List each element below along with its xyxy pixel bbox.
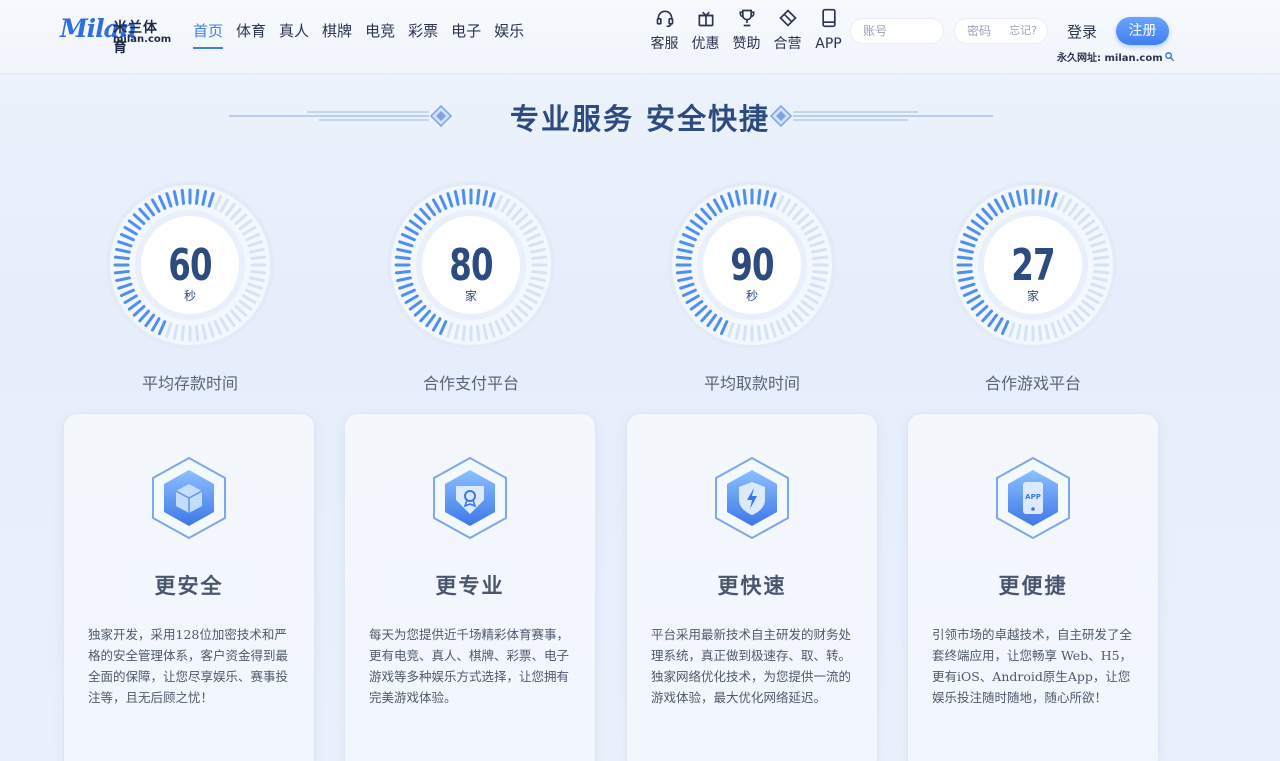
nav-item-chess[interactable]: 棋牌 [322, 20, 352, 49]
stat-label: 平均存款时间 [141, 374, 238, 393]
feature-card-professional[interactable]: 更专业 每天为您提供近千场精彩体育赛事，更有电竞、真人、棋牌、彩票、电子游戏等多… [344, 413, 596, 761]
tool-label: 客服 [650, 36, 679, 52]
nav-item-home[interactable]: 首页 [193, 20, 224, 49]
award-badge-icon [433, 456, 507, 540]
app-phone-icon: APP [996, 456, 1070, 540]
tool-label: 赞助 [732, 36, 761, 52]
stat-label: 合作游戏平台 [984, 374, 1081, 393]
top-header: Milan 米兰体育 milan.com 首页 体育 真人 棋牌 电竞 彩票 电… [0, 0, 1280, 74]
stat-game-partners: 27 家 合作游戏平台 [948, 180, 1118, 400]
tool-label: 合营 [773, 36, 802, 52]
search-icon [1164, 52, 1174, 62]
stat-deposit-time: 60 秒 平均存款时间 [105, 180, 275, 400]
feature-title: 更专业 [435, 574, 505, 598]
tool-label: APP [815, 36, 842, 52]
stat-label: 平均取款时间 [703, 374, 800, 393]
diamond-icon [778, 9, 797, 27]
ring-tick [180, 325, 186, 342]
ring-tick [756, 188, 762, 205]
register-button[interactable]: 注册 [1116, 17, 1169, 45]
nav-item-lottery[interactable]: 彩票 [408, 20, 438, 49]
stat-withdraw-time: 90 秒 平均取款时间 [667, 180, 837, 400]
password-placeholder: 密码 [967, 24, 992, 38]
stat-unit: 家 [1026, 289, 1039, 303]
ring-tick [461, 188, 467, 205]
main-nav: 首页 体育 真人 棋牌 电竞 彩票 电子 娱乐 [193, 20, 537, 49]
tool-sponsorship[interactable]: 赞助 [726, 8, 767, 53]
feature-title: 更便捷 [998, 574, 1068, 598]
stat-value: 60 [168, 240, 212, 291]
permanent-url-text: 永久网址: milan.com [1057, 53, 1163, 64]
ring-tick [742, 325, 748, 342]
svg-text:APP: APP [1025, 493, 1041, 501]
nav-item-sports[interactable]: 体育 [236, 20, 266, 49]
stat-label: 合作支付平台 [422, 374, 519, 393]
ring-tick [475, 325, 481, 342]
title-decoration-right [769, 104, 993, 128]
nav-item-slots[interactable]: 电子 [451, 20, 481, 49]
ring-tick [461, 325, 467, 342]
stat-payment-partners: 80 家 合作支付平台 [386, 180, 556, 400]
feature-title: 更快速 [717, 574, 787, 598]
feature-description: 平台采用最新技术自主研发的财务处理系统，真正做到极速存、取、转。独家网络优化技术… [651, 627, 852, 705]
gift-icon [698, 11, 713, 27]
ring-tick [194, 188, 200, 205]
ring-tick [475, 188, 481, 205]
stat-value: 27 [1011, 240, 1055, 291]
nav-item-live[interactable]: 真人 [279, 20, 309, 49]
feature-card-safer[interactable]: 更安全 独家开发，采用128位加密技术和严格的安全管理体系，客户资金得到最全面的… [63, 413, 315, 761]
ring-tick [1023, 325, 1029, 342]
tool-promotions[interactable]: 优惠 [685, 8, 726, 53]
trophy-icon [739, 9, 754, 27]
feature-description: 独家开发，采用128位加密技术和严格的安全管理体系，客户资金得到最全面的保障，让… [88, 627, 289, 705]
tool-label: 优惠 [691, 36, 720, 52]
stat-unit: 家 [464, 289, 477, 303]
account-input[interactable]: 账号 [850, 18, 944, 44]
stat-value: 90 [730, 240, 774, 291]
login-button[interactable]: 登录 [1067, 21, 1097, 42]
quick-tools: 客服 优惠 赞助 合营 APP [644, 8, 849, 53]
stat-unit: 秒 [183, 289, 196, 303]
forgot-password-link[interactable]: 忘记? [1009, 19, 1037, 43]
cube-shield-icon [152, 456, 226, 540]
brand-logo[interactable]: Milan 米兰体育 milan.com [60, 14, 172, 56]
ring-tick [756, 325, 762, 342]
permanent-url[interactable]: 永久网址: milan.com [1057, 49, 1175, 64]
tool-customer-service[interactable]: 客服 [644, 8, 685, 53]
account-placeholder: 账号 [863, 24, 888, 38]
ring-tick [194, 325, 200, 342]
feature-title: 更安全 [154, 574, 224, 598]
ring-tick [742, 188, 748, 205]
feature-card-convenient[interactable]: APP 更便捷 引领市场的卓越技术，自主研发了全套终端应用，让您畅享 Web、H… [907, 413, 1159, 761]
stat-value: 80 [449, 240, 493, 291]
tool-app[interactable]: APP [808, 8, 849, 53]
tool-partnership[interactable]: 合营 [767, 8, 808, 53]
ring-tick [1037, 325, 1043, 342]
stat-unit: 秒 [745, 289, 758, 303]
ring-tick [1023, 188, 1029, 205]
headset-icon [656, 10, 673, 28]
feature-card-faster[interactable]: 更快速 平台采用最新技术自主研发的财务处理系统，真正做到极速存、取、转。独家网络… [626, 413, 878, 761]
lightning-shield-icon [715, 456, 789, 540]
feature-description: 引领市场的卓越技术，自主研发了全套终端应用，让您畅享 Web、H5，更有iOS、… [932, 627, 1133, 705]
password-input[interactable]: 密码 忘记? [954, 18, 1048, 44]
nav-item-esports[interactable]: 电竞 [365, 20, 395, 49]
section-title: 专业服务 安全快捷 [509, 102, 771, 136]
ring-tick [1037, 188, 1043, 205]
tablet-icon [821, 8, 836, 28]
ring-tick [180, 188, 186, 205]
feature-description: 每天为您提供近千场精彩体育赛事，更有电竞、真人、棋牌、彩票、电子游戏等多种娱乐方… [369, 627, 570, 705]
logo-domain: milan.com [113, 34, 172, 45]
nav-item-entertainment[interactable]: 娱乐 [494, 20, 524, 49]
